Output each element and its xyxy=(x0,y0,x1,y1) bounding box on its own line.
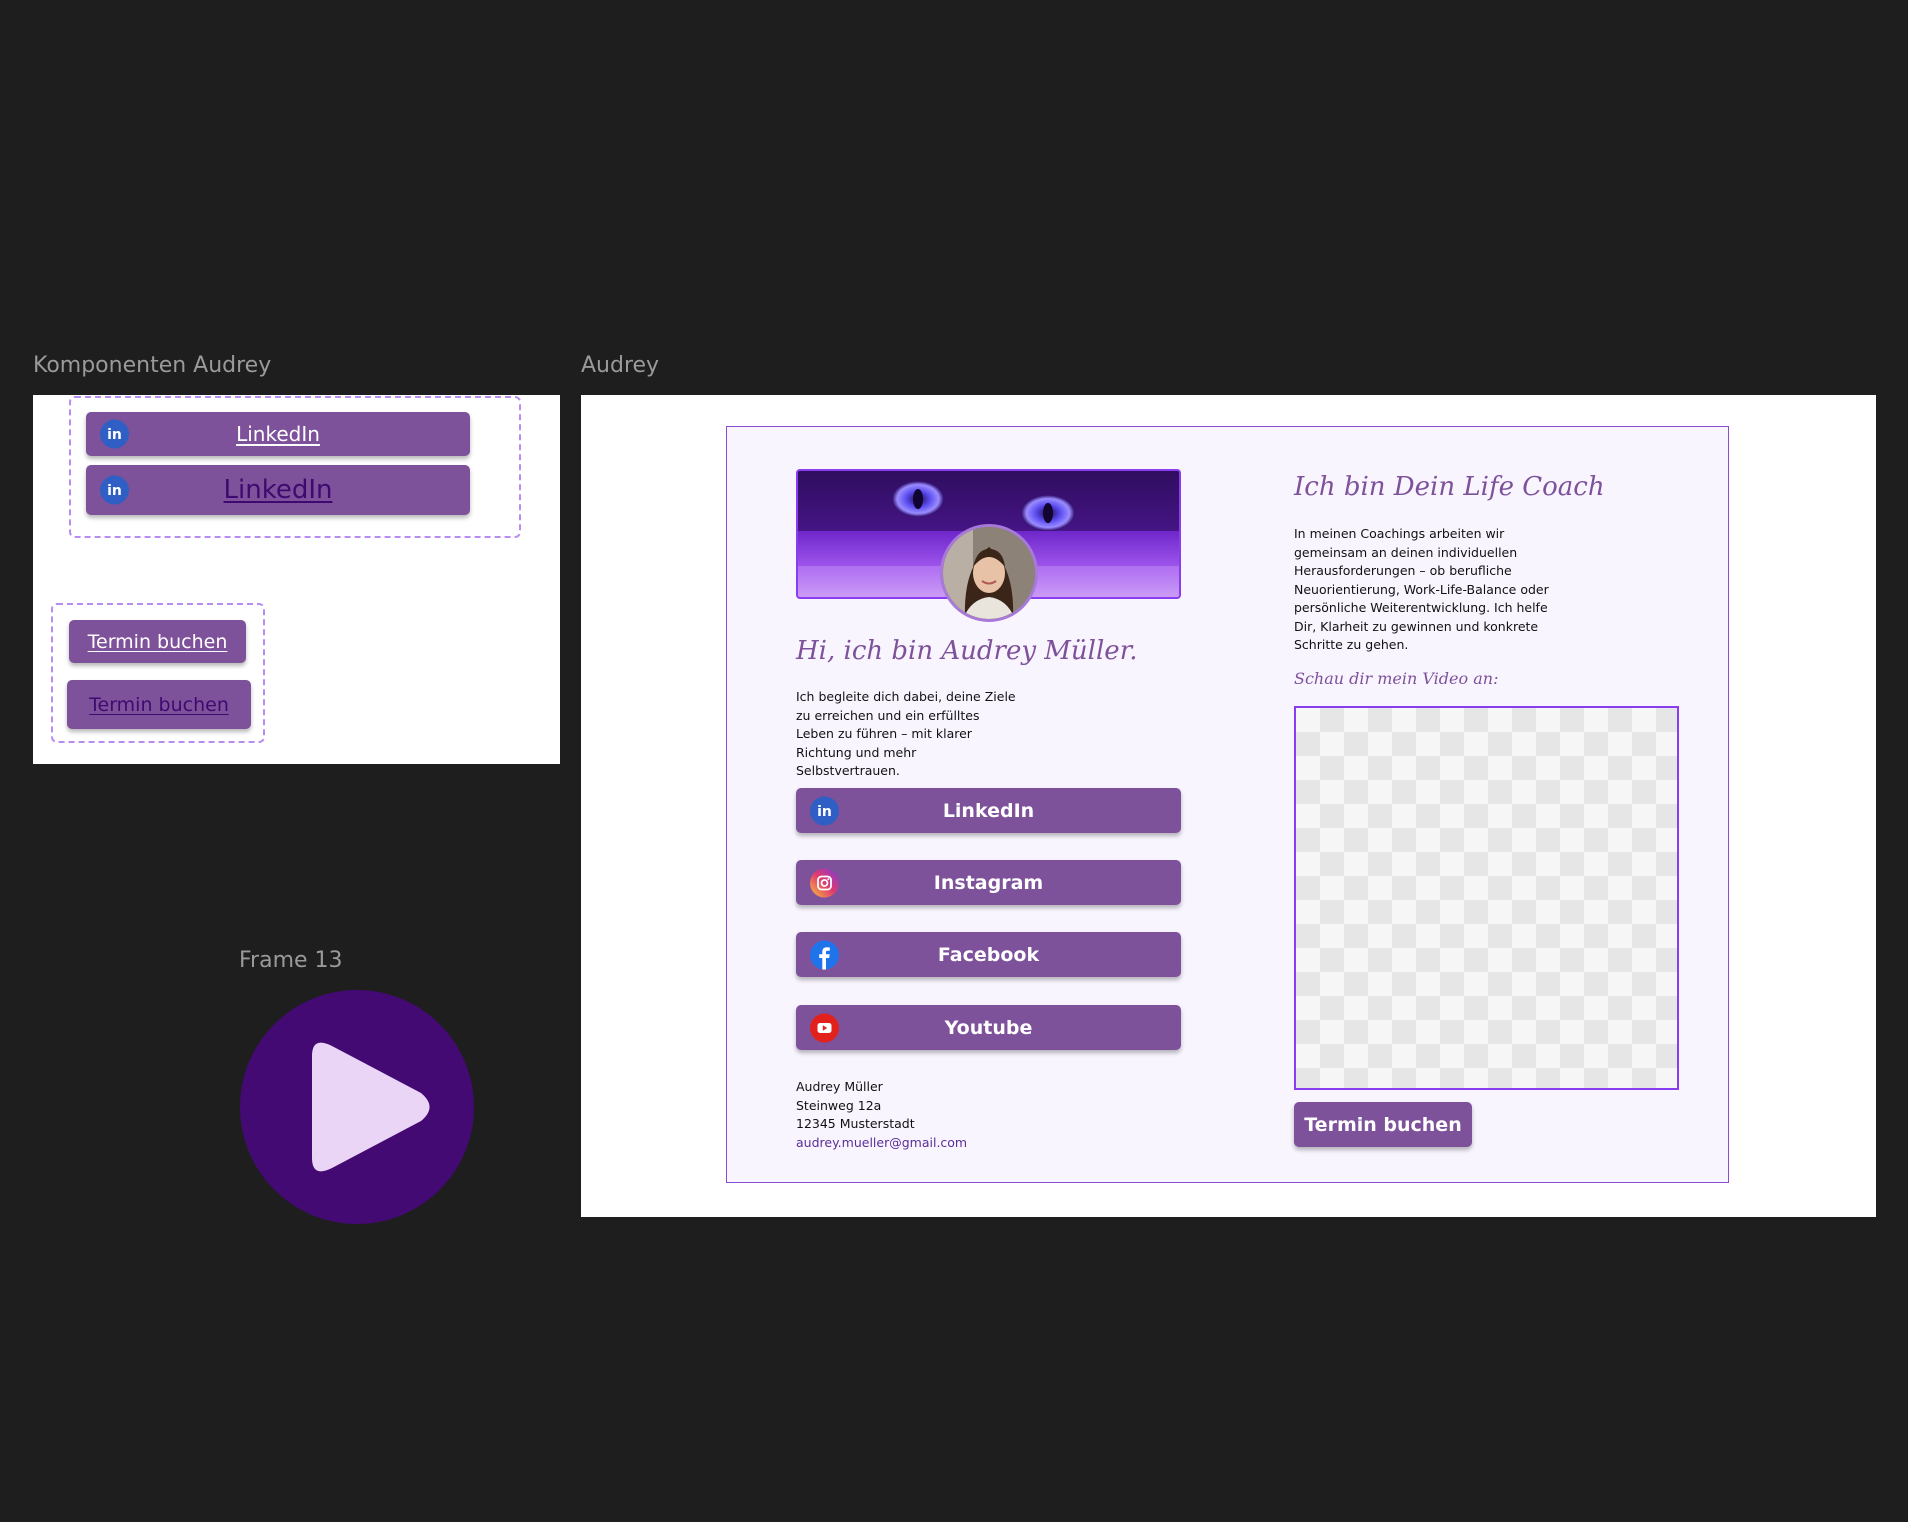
linkedin-icon: in xyxy=(100,475,129,505)
play-button[interactable] xyxy=(240,990,474,1224)
svg-text:in: in xyxy=(817,804,832,820)
linkedin-button-default[interactable]: in LinkedIn xyxy=(86,412,470,456)
components-frame: in LinkedIn in LinkedIn Termin buchen Te… xyxy=(33,395,560,764)
play-icon xyxy=(312,1042,430,1172)
social-button-label: Facebook xyxy=(937,943,1040,966)
linkedin-button-hover[interactable]: in LinkedIn xyxy=(86,465,470,515)
linkedin-icon: in xyxy=(810,796,839,825)
social-button-instagram[interactable]: Instagram xyxy=(796,860,1181,905)
intro-text: Ich begleite dich dabei, deine Ziele zu … xyxy=(796,689,1016,778)
linkedin-icon: in xyxy=(100,419,129,449)
contact-email-link[interactable]: audrey.mueller@gmail.com xyxy=(796,1134,967,1153)
page-frame-label[interactable]: Audrey xyxy=(581,353,659,378)
page-frame: Hi, ich bin Audrey Müller. Ich begleite … xyxy=(581,395,1876,1217)
social-button-label: Instagram xyxy=(933,871,1044,894)
youtube-icon xyxy=(810,1013,839,1042)
avatar xyxy=(940,524,1038,622)
linkedin-button-hover-label: LinkedIn xyxy=(223,475,333,505)
social-button-label: Youtube xyxy=(944,1016,1033,1039)
contact-block: Audrey Müller Steinweg 12a 12345 Musters… xyxy=(796,1078,967,1152)
svg-text:in: in xyxy=(107,427,122,443)
termin-buchen-button[interactable]: Termin buchen xyxy=(1294,1102,1472,1147)
termin-button-hover-label: Termin buchen xyxy=(89,693,229,716)
contact-city: 12345 Musterstadt xyxy=(796,1116,915,1131)
svg-text:in: in xyxy=(107,483,122,499)
instagram-icon xyxy=(810,868,839,897)
facebook-icon xyxy=(810,940,839,969)
contact-name: Audrey Müller xyxy=(796,1079,883,1094)
social-button-facebook[interactable]: Facebook xyxy=(796,932,1181,977)
coach-heading: Ich bin Dein Life Coach xyxy=(1294,472,1605,502)
termin-buchen-label: Termin buchen xyxy=(1304,1113,1462,1136)
coach-text: In meinen Coachings arbeiten wir gemeins… xyxy=(1294,526,1549,652)
termin-button-hover[interactable]: Termin buchen xyxy=(67,680,251,729)
termin-button-label: Termin buchen xyxy=(87,630,228,653)
termin-button-default[interactable]: Termin buchen xyxy=(69,620,246,663)
frame13-label[interactable]: Frame 13 xyxy=(239,948,343,973)
social-button-youtube[interactable]: Youtube xyxy=(796,1005,1181,1050)
components-frame-label[interactable]: Komponenten Audrey xyxy=(33,353,271,378)
video-placeholder[interactable] xyxy=(1294,706,1679,1090)
social-button-linkedin[interactable]: in LinkedIn xyxy=(796,788,1181,833)
landing-card: Hi, ich bin Audrey Müller. Ich begleite … xyxy=(726,426,1729,1183)
linkedin-button-label: LinkedIn xyxy=(236,422,320,446)
social-button-label: LinkedIn xyxy=(942,799,1035,822)
contact-street: Steinweg 12a xyxy=(796,1097,882,1113)
greeting-heading: Hi, ich bin Audrey Müller. xyxy=(796,636,1138,666)
video-label: Schau dir mein Video an: xyxy=(1294,669,1499,688)
